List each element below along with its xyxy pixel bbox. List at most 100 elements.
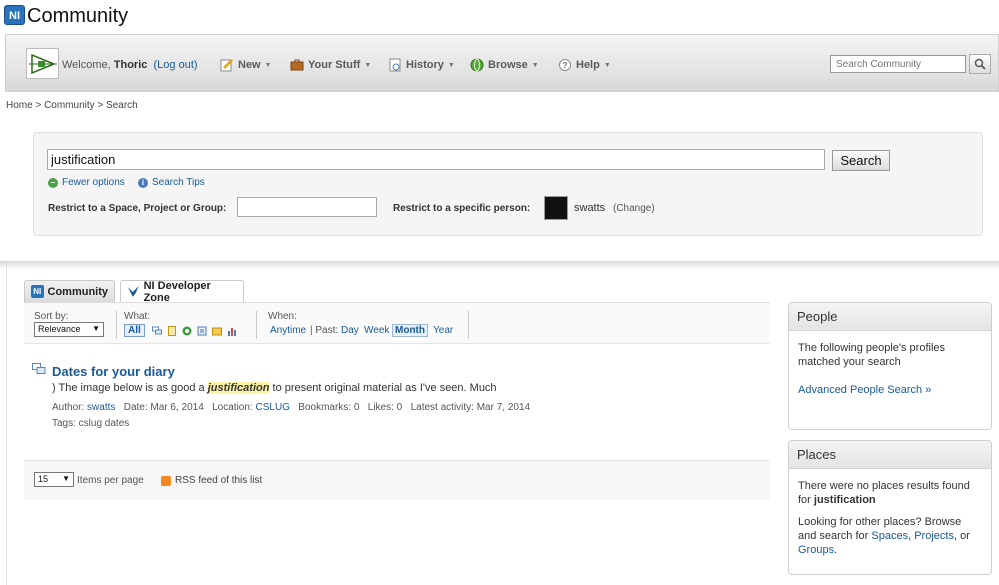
places-box: Places There were no places results foun… — [788, 440, 992, 575]
community-search-button[interactable] — [969, 54, 991, 74]
people-box-title: People — [789, 303, 991, 331]
query-input[interactable] — [47, 149, 825, 170]
result-tags[interactable]: Tags: cslug dates — [52, 418, 129, 429]
result-title-link[interactable]: Dates for your diary — [52, 364, 175, 379]
restrict-person-label: Restrict to a specific person: — [393, 203, 531, 214]
when-month[interactable]: Month — [392, 324, 428, 337]
person-change-link[interactable]: (Change) — [613, 203, 655, 214]
rss-label: RSS feed of this list — [175, 475, 263, 486]
people-box: People The following people's profiles m… — [788, 302, 992, 430]
what-all-filter[interactable]: All — [124, 324, 145, 337]
rss-feed-link[interactable]: RSS feed of this list — [161, 475, 262, 486]
author-link[interactable]: swatts — [87, 402, 115, 413]
groups-link[interactable]: Groups — [798, 544, 834, 556]
projects-link[interactable]: Projects — [914, 530, 954, 542]
snippet-highlight: justification — [207, 382, 270, 394]
latest-activity: Latest activity: Mar 7, 2014 — [410, 402, 531, 413]
location-link[interactable]: CSLUG — [255, 402, 289, 413]
blog-icon[interactable] — [182, 326, 192, 336]
places-sep1: , — [908, 530, 912, 542]
nav-history[interactable]: History ▼ — [388, 58, 455, 72]
search-tips-link[interactable]: i Search Tips — [138, 177, 205, 188]
tab-ni-developer-zone-label: NI Developer Zone — [143, 279, 211, 304]
username: Thoric — [113, 59, 148, 71]
logout-link[interactable]: (Log out) — [154, 59, 198, 71]
nav-help[interactable]: ? Help ▼ — [558, 58, 611, 72]
poll-icon[interactable] — [227, 326, 237, 336]
chevron-down-icon: ▼ — [531, 61, 539, 69]
nav-browse-label: Browse — [488, 59, 528, 71]
author-label: Author: — [52, 402, 85, 413]
avatar-icon — [28, 53, 57, 74]
snippet-after: to present original material as I've see… — [269, 382, 497, 394]
sort-value: Relevance — [38, 324, 81, 334]
person-change-label: (Change) — [613, 203, 655, 214]
pencil-icon — [220, 59, 233, 72]
items-per-page-select[interactable]: 15 ▼ — [34, 472, 74, 487]
filter-divider — [468, 311, 469, 339]
result-date: Date: Mar 6, 2014 — [123, 402, 204, 413]
places-sep2: , or — [953, 530, 970, 542]
fewer-options-label: Fewer options — [62, 177, 125, 188]
globe-icon — [470, 58, 484, 72]
places-no-results: There were no places results found for j… — [798, 479, 982, 507]
result-snippet: ) The image below is as good a justifica… — [52, 382, 497, 394]
search-tips-label: Search Tips — [152, 177, 205, 188]
community-search-input[interactable] — [830, 55, 966, 73]
document-icon[interactable] — [167, 326, 177, 336]
info-icon: i — [138, 177, 148, 188]
likes-count: Likes: 0 — [367, 402, 403, 413]
minus-icon: – — [48, 177, 58, 188]
advanced-people-search-link[interactable]: Advanced People Search » — [798, 384, 931, 396]
welcome-text: Welcome, Thoric (Log out) — [62, 59, 198, 71]
sort-select[interactable]: Relevance ▼ — [34, 322, 104, 337]
person-name: swatts — [574, 202, 606, 214]
chevron-down-icon: ▼ — [603, 61, 611, 69]
chevron-down-icon: ▼ — [364, 61, 372, 69]
per-page-label: Items per page — [77, 475, 144, 486]
restrict-space-input[interactable] — [237, 197, 377, 217]
places-box-body: There were no places results found for j… — [789, 469, 991, 574]
when-day[interactable]: Day — [341, 325, 359, 336]
result-meta: Author: swatts Date: Mar 6, 2014 Locatio… — [52, 402, 530, 413]
people-box-body: The following people's profiles matched … — [789, 331, 991, 415]
places-browse-text: Looking for other places? Browse and sea… — [798, 515, 982, 557]
nav-new[interactable]: New ▼ — [220, 58, 272, 72]
nav-your-stuff[interactable]: Your Stuff ▼ — [290, 58, 371, 72]
chevron-down-icon: ▼ — [264, 61, 272, 69]
tab-ni-developer-zone[interactable]: NI Developer Zone — [120, 279, 244, 304]
search-panel: Search – Fewer options i Search Tips Res… — [33, 132, 983, 236]
ni-logo-icon: NI — [31, 285, 44, 298]
ni-logo[interactable]: NI — [4, 5, 25, 25]
folder-icon[interactable] — [212, 326, 222, 336]
when-anytime[interactable]: Anytime — [270, 325, 306, 336]
when-week[interactable]: Week — [364, 325, 389, 336]
nav-browse[interactable]: Browse ▼ — [470, 58, 539, 72]
fewer-options-link[interactable]: – Fewer options — [48, 177, 125, 188]
places-text-term: justification — [813, 494, 876, 506]
tab-community-label: Community — [47, 285, 109, 298]
file-icon[interactable] — [197, 326, 207, 336]
rss-icon — [161, 475, 171, 486]
when-year[interactable]: Year — [433, 325, 453, 336]
discussion-icon[interactable] — [152, 326, 162, 336]
nav-history-label: History — [406, 59, 444, 71]
when-label: When: — [268, 311, 297, 322]
restrict-space-label: Restrict to a Space, Project or Group: — [48, 203, 227, 214]
nav-your-stuff-label: Your Stuff — [308, 59, 361, 71]
site-title[interactable]: Community — [27, 5, 128, 28]
when-past-label: | Past: — [310, 325, 339, 336]
svg-text:?: ? — [563, 61, 568, 70]
breadcrumb[interactable]: Home > Community > Search — [6, 100, 138, 111]
search-button[interactable]: Search — [832, 150, 890, 171]
nav-new-label: New — [238, 59, 261, 71]
tab-community[interactable]: NI Community — [24, 280, 115, 302]
chevron-down-icon: ▼ — [447, 61, 455, 69]
eagle-icon — [127, 286, 139, 297]
help-icon: ? — [559, 59, 571, 71]
history-icon — [389, 58, 401, 72]
spaces-link[interactable]: Spaces — [871, 530, 908, 542]
people-box-text: The following people's profiles matched … — [798, 342, 946, 368]
user-avatar[interactable] — [26, 48, 59, 79]
places-box-title: Places — [789, 441, 991, 469]
